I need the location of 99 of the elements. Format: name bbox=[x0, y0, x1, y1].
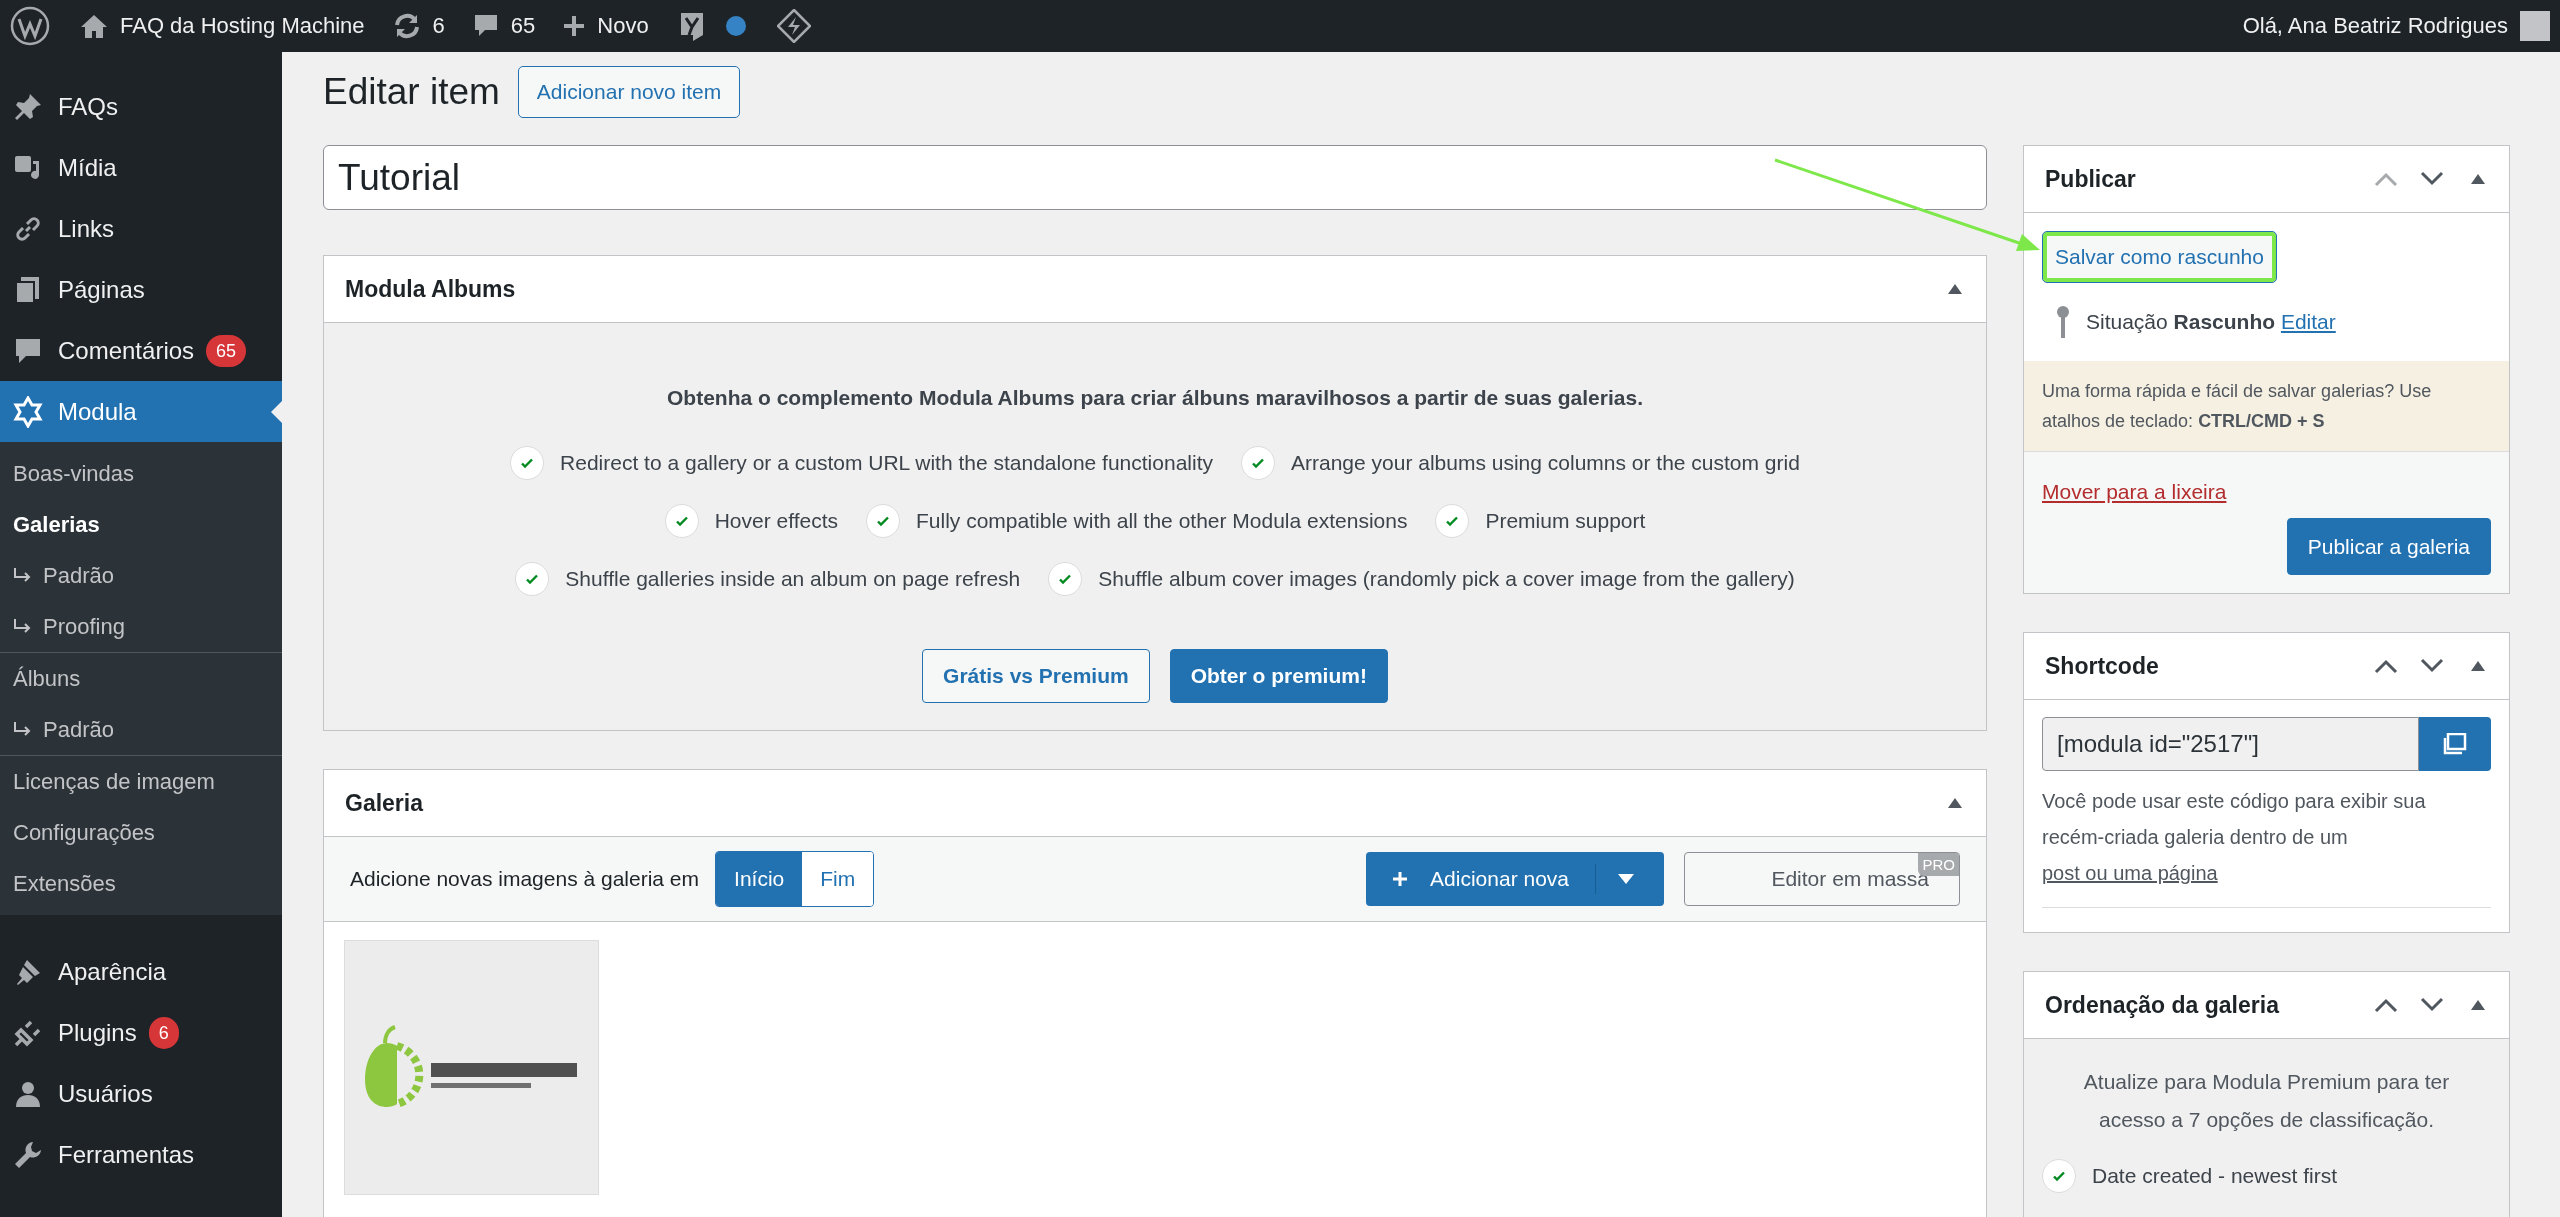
menu-item[interactable]: Aparência bbox=[0, 941, 282, 1002]
help-link[interactable]: post ou uma página bbox=[2042, 862, 2218, 884]
diamond-icon[interactable] bbox=[776, 9, 811, 43]
copy-button[interactable] bbox=[2419, 717, 2491, 771]
position-toggle[interactable]: Início bbox=[716, 852, 803, 906]
add-new-button[interactable]: Adicionar nova bbox=[1366, 852, 1664, 906]
check-icon bbox=[1435, 504, 1470, 538]
feature-text: Fully compatible with all the other Modula extensions bbox=[916, 509, 1408, 533]
menu-item[interactable]: FAQs bbox=[0, 76, 282, 137]
position-toggle[interactable]: Fim bbox=[802, 852, 874, 906]
menu-item[interactable]: Comentários 65 bbox=[0, 320, 282, 381]
check-icon bbox=[1048, 562, 1083, 596]
comments-link[interactable]: 65 bbox=[472, 0, 536, 52]
feature-text: Premium support bbox=[1485, 509, 1646, 533]
page-title: Editar item bbox=[323, 71, 500, 113]
check-icon bbox=[1241, 446, 1275, 480]
bulk-editor-button[interactable]: Editor em massa PRO bbox=[1684, 852, 1960, 906]
sort-option-text: Date created - newest first bbox=[2092, 1164, 2338, 1188]
copy-icon bbox=[2443, 733, 2467, 755]
edit-link[interactable]: Editar bbox=[2280, 310, 2336, 333]
submenu-item[interactable]: Boas-vindas bbox=[0, 448, 282, 499]
image-thumbnail[interactable] bbox=[344, 940, 599, 1195]
chevron-down-icon bbox=[2420, 171, 2444, 187]
add-new-button[interactable]: Adicionar novo item bbox=[517, 66, 741, 118]
box-title: Galeria bbox=[345, 789, 425, 817]
count-badge: 6 bbox=[148, 1016, 179, 1049]
updates-link[interactable]: 6 bbox=[392, 0, 445, 52]
get-premium-button[interactable]: Obter o premium! bbox=[1169, 649, 1388, 703]
publish-button[interactable]: Publicar a galeria bbox=[2286, 518, 2491, 575]
greeting-text[interactable]: Olá, Ana Beatriz Rodrigues bbox=[2242, 0, 2508, 52]
submenu-item[interactable]: Configurações bbox=[0, 807, 282, 858]
intro-text: Obtenha o complemento Modula Albums para criar álbuns maravilhosos a partir de suas galerias. bbox=[667, 385, 1643, 411]
submenu-item[interactable]: Padrão bbox=[0, 550, 282, 601]
current-item-pointer bbox=[271, 401, 282, 423]
box-title: Publicar bbox=[2045, 165, 2137, 193]
shortcode-help-text: Você pode usar este código para exibir sua recém-criada galeria dentro de um post ou uma página bbox=[2042, 783, 2491, 908]
triangle-up-icon bbox=[2471, 661, 2485, 671]
indent-arrow-icon bbox=[13, 618, 33, 635]
check-icon bbox=[510, 446, 545, 480]
plus-icon bbox=[1392, 871, 1409, 887]
triangle-up-icon bbox=[1948, 798, 1962, 808]
triangle-up-icon bbox=[2471, 174, 2485, 184]
check-icon bbox=[866, 504, 900, 538]
status-text: Situação Rascunho Editar bbox=[2086, 310, 2336, 334]
wrench-icon bbox=[13, 1139, 43, 1170]
refresh-icon bbox=[392, 13, 421, 39]
upsell-text: Atualize para Modula Premium para ter acesso a 7 opções de classificação. bbox=[2082, 1069, 2451, 1133]
menu-item[interactable]: Modula bbox=[0, 381, 282, 442]
speech-bubble-icon bbox=[472, 13, 499, 39]
box-title: Shortcode bbox=[2045, 652, 2160, 680]
menu-item[interactable]: Links bbox=[0, 198, 282, 259]
insert-position-label: Adicione novas imagens à galeria em bbox=[350, 867, 700, 891]
title-field[interactable]: Tutorial bbox=[323, 145, 1987, 210]
star-icon bbox=[12, 395, 44, 428]
chevron-up-icon bbox=[2374, 997, 2398, 1013]
chevron-down-icon bbox=[2420, 658, 2444, 674]
feature-text: Hover effects bbox=[714, 509, 838, 533]
menu-item[interactable]: Usuários bbox=[0, 1063, 282, 1124]
save-draft-button[interactable]: Salvar como rascunho bbox=[2042, 231, 2277, 283]
chevron-up-icon bbox=[2374, 171, 2398, 187]
menu-item[interactable]: Mídia bbox=[0, 137, 282, 198]
site-name-link[interactable]: FAQ da Hosting Machine bbox=[80, 0, 365, 52]
pin-icon bbox=[13, 91, 43, 122]
caret-down-icon bbox=[1618, 874, 1634, 884]
chevron-down-icon bbox=[2420, 997, 2444, 1013]
feature-text: Shuffle album cover images (randomly pick a cover image from the gallery) bbox=[1098, 567, 1795, 591]
status-dot-icon[interactable] bbox=[724, 15, 747, 37]
box-title: Modula Albums bbox=[345, 275, 517, 303]
menu-item[interactable]: Páginas bbox=[0, 259, 282, 320]
chevron-up-icon bbox=[2374, 658, 2398, 674]
menu-item[interactable]: Plugins 6 bbox=[0, 1002, 282, 1063]
menu-item[interactable]: Ferramentas bbox=[0, 1124, 282, 1185]
feature-text: Redirect to a gallery or a custom URL with the standalone functionality bbox=[560, 451, 1213, 475]
home-icon bbox=[80, 13, 108, 39]
pin-icon bbox=[2056, 305, 2070, 339]
triangle-up-icon bbox=[1948, 284, 1962, 294]
submenu-item[interactable]: Padrão bbox=[0, 704, 282, 755]
new-content-link[interactable]: Novo bbox=[563, 0, 649, 52]
submenu-item[interactable]: Extensões bbox=[0, 858, 282, 909]
indent-arrow-icon bbox=[13, 567, 33, 584]
indent-arrow-icon bbox=[13, 721, 33, 738]
submenu-item[interactable]: Galerias bbox=[0, 499, 282, 550]
trash-link[interactable]: Mover para a lixeira bbox=[2042, 480, 2227, 504]
triangle-up-icon bbox=[2471, 1000, 2485, 1010]
logo-icon[interactable] bbox=[10, 6, 50, 46]
feature-text: Shuffle galleries inside an album on page refresh bbox=[565, 567, 1021, 591]
pro-badge: PRO bbox=[1918, 853, 1959, 876]
plus-icon bbox=[563, 15, 586, 37]
submenu-item[interactable]: Álbuns bbox=[0, 653, 282, 704]
feature-text: Arrange your albums using columns or the custom grid bbox=[1291, 451, 1800, 475]
shortcode-field[interactable]: [modula id="2517"] bbox=[2042, 717, 2419, 771]
check-icon bbox=[515, 562, 550, 596]
shortcut-notice: Uma forma rápida e fácil de salvar galerias? Use atalhos de teclado: CTRL/CMD + S bbox=[2024, 361, 2509, 452]
compare-button[interactable]: Grátis vs Premium bbox=[922, 649, 1150, 703]
count-badge: 65 bbox=[206, 334, 247, 367]
box-title: Ordenação da galeria bbox=[2045, 991, 2281, 1019]
submenu-item[interactable]: Proofing bbox=[0, 601, 282, 652]
check-icon bbox=[664, 504, 699, 538]
submenu-item[interactable]: Licenças de imagem bbox=[0, 756, 282, 807]
